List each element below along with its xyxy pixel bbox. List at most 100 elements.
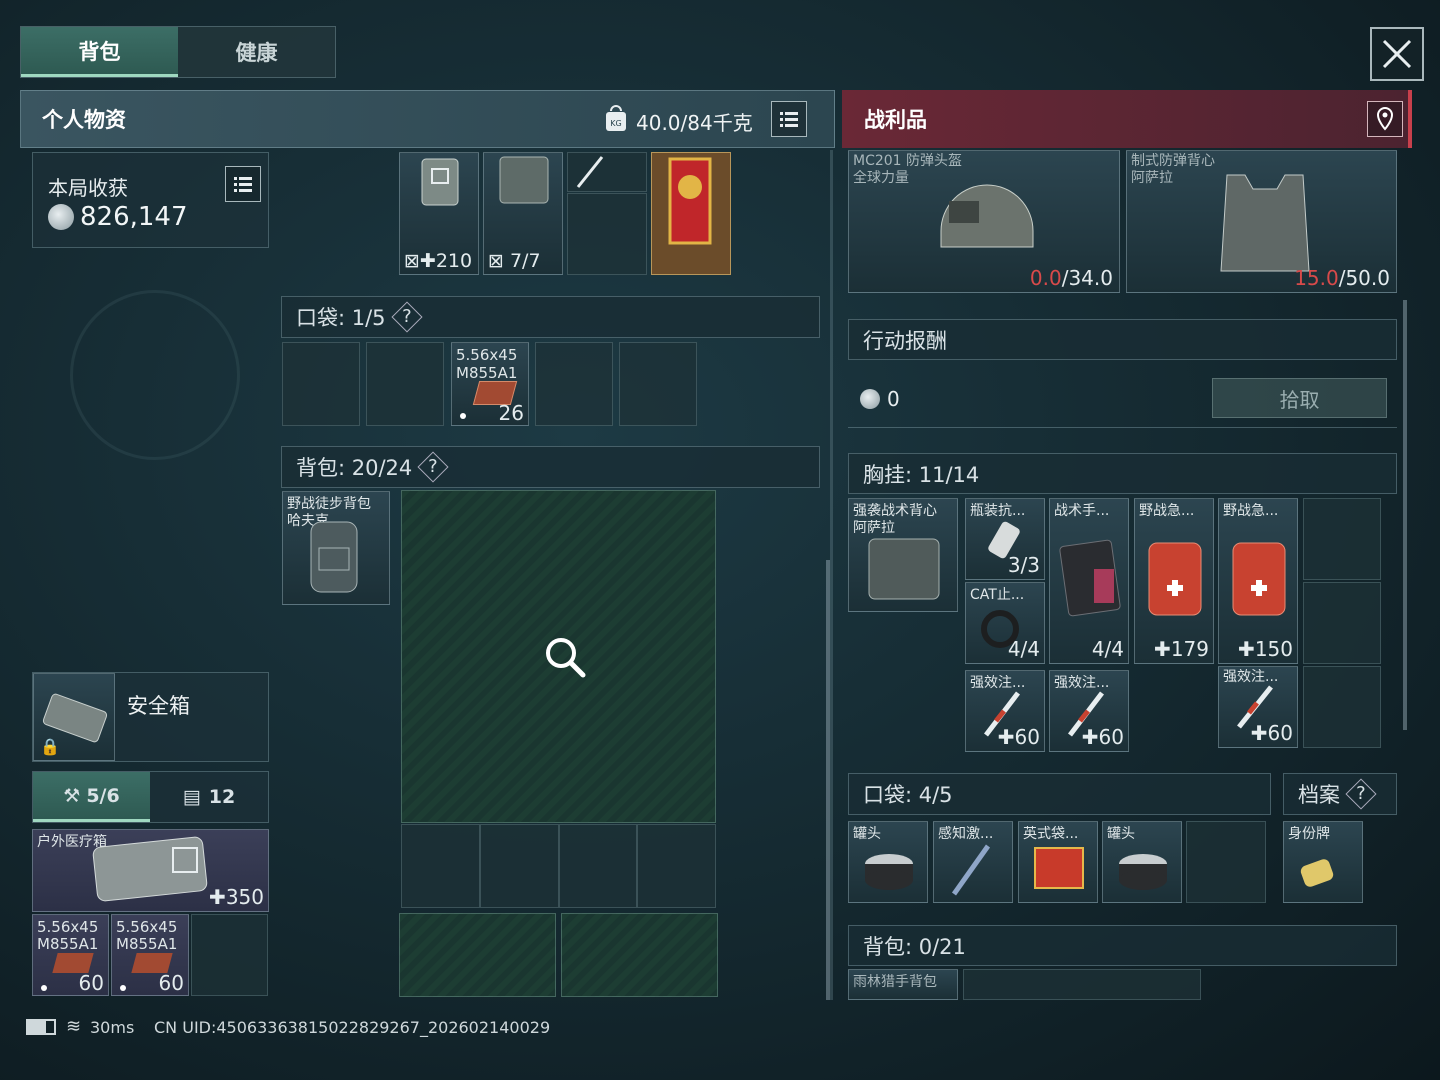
pocket-item-tea[interactable]: 英式袋... (1018, 821, 1098, 903)
chest-rig-label: 胸挂: 11/14 (863, 462, 980, 487)
unsearched-slot[interactable] (561, 913, 718, 997)
ammo-count: 26 (498, 401, 524, 425)
tab-backpack[interactable]: 背包 (21, 27, 178, 77)
coin-icon (860, 389, 880, 409)
pickup-button[interactable]: 拾取 (1212, 378, 1387, 418)
locate-button[interactable] (1367, 101, 1403, 137)
location-pin-icon (1376, 106, 1394, 131)
pocket-item-can-b[interactable]: 罐头 (1102, 821, 1182, 903)
top-item-injector[interactable] (567, 152, 647, 192)
battery-icon (26, 1019, 56, 1035)
safe-tab-medical[interactable]: ⚒ 5/6 (33, 772, 150, 822)
pocket-slot-4[interactable] (535, 342, 613, 426)
faction-emblem-watermark (70, 290, 240, 460)
ammo-count: 60 (158, 971, 184, 995)
left-pocket-label: 口袋: 1/5 (296, 306, 386, 330)
right-pocket-label: 口袋: 4/5 (863, 783, 953, 807)
empty-slot[interactable] (1303, 582, 1381, 664)
loot-backpack[interactable]: 雨林猎手背包 (848, 969, 958, 1000)
loot-helmet[interactable]: MC201 防弹头盔 全球力量 0.0/34.0 (848, 150, 1120, 293)
equipped-backpack[interactable]: 野战徒步背包 哈夫克 (282, 491, 390, 605)
chest-item-first-aid-a[interactable]: 野战急... ✚179 (1134, 498, 1214, 664)
ammo-type: M855A1 (116, 936, 178, 953)
right-backpack-section: 背包: 0/21 (848, 925, 1397, 966)
empty-slot[interactable] (1303, 498, 1381, 580)
close-button[interactable] (1370, 27, 1424, 81)
sensor-pen-icon (951, 844, 991, 896)
pocket-slot-1[interactable] (282, 342, 360, 426)
close-icon (1382, 39, 1412, 69)
chest-item-tourniquet[interactable]: CAT止... 4/4 (965, 582, 1045, 664)
reward-value: 0 (887, 387, 900, 411)
empty-slot[interactable] (963, 969, 1201, 1000)
chest-rig-section: 胸挂: 11/14 (848, 453, 1397, 494)
left-panel-divider (830, 150, 833, 1000)
list-icon (780, 112, 798, 127)
ammo-name: 5.56x45 (116, 919, 178, 936)
empty-slot[interactable] (479, 824, 559, 908)
empty-slot[interactable] (1303, 666, 1381, 748)
sort-menu-button[interactable] (771, 101, 807, 137)
safe-ammo-b[interactable]: 5.56x45 M855A1 60 (111, 914, 189, 996)
pocket-slot-2[interactable] (366, 342, 444, 426)
helmet-durability: 0.0/34.0 (1029, 266, 1113, 290)
toolbox-icon: ⚒ (63, 784, 81, 807)
empty-slot[interactable] (1186, 821, 1266, 903)
player-uid: CN UID:4506336381502282926​7_20260214002… (154, 1018, 551, 1037)
coin-icon (48, 204, 74, 230)
ammo-dot-icon (120, 985, 126, 991)
injector-icon (576, 156, 604, 188)
ammo-name: 5.56x45 (37, 919, 99, 936)
right-scrollbar[interactable] (1403, 300, 1407, 730)
earnings-menu-button[interactable] (225, 166, 261, 202)
empty-slot[interactable] (558, 824, 638, 908)
chest-item-injector-b[interactable]: 强效注... ✚60 (1049, 670, 1129, 752)
outdoor-medkit[interactable]: 户外医疗箱 ✚350 (32, 829, 269, 912)
safe-ammo-a[interactable]: 5.56x45 M855A1 60 (32, 914, 109, 996)
top-item-armor-plate-count: ⊠✚210 (404, 250, 473, 272)
chest-item-tactical-kit[interactable]: 战术手... 4/4 (1049, 498, 1129, 664)
dog-tag[interactable]: 身份牌 (1283, 821, 1363, 903)
empty-slot[interactable] (567, 193, 647, 275)
ammo-count: 60 (78, 971, 104, 995)
chest-item-first-aid-b[interactable]: 野战急... ✚150 (1218, 498, 1298, 664)
top-item-rig-count: ⊠ 7/7 (488, 250, 541, 272)
empty-slot[interactable] (191, 914, 268, 996)
item-count: 3/3 (1007, 553, 1040, 577)
medkit-value: ✚350 (209, 885, 264, 909)
repair-kit-icon: ⊠✚ (404, 250, 436, 272)
loot-vest[interactable]: 强袭战术背心 阿萨拉 (848, 498, 958, 612)
backpack-icon (310, 521, 358, 593)
item-count: ✚60 (1081, 725, 1124, 749)
empty-slot[interactable] (637, 824, 716, 908)
help-icon[interactable]: ? (417, 451, 449, 483)
loot-armor[interactable]: 制式防弹背心 阿萨拉 15.0/50.0 (1126, 150, 1397, 293)
pocket-item-can-a[interactable]: 罐头 (848, 821, 928, 903)
right-pocket-section: 口袋: 4/5 (848, 773, 1271, 815)
unsearched-slot[interactable] (399, 913, 556, 997)
top-item-red-envelope[interactable] (651, 152, 731, 275)
loot-header (842, 90, 1412, 148)
tab-health[interactable]: 健康 (178, 27, 335, 77)
safe-box-label: 安全箱 (127, 694, 190, 718)
ammo-dot-icon (460, 413, 466, 419)
item-count: ✚60 (1250, 721, 1293, 745)
chest-item-injector-a[interactable]: 强效注... ✚60 (965, 670, 1045, 752)
left-scrollbar[interactable] (826, 560, 830, 1000)
pocket-slot-5[interactable] (619, 342, 697, 426)
chest-item-pills[interactable]: 瓶装抗... 3/3 (965, 498, 1045, 580)
search-icon[interactable] (542, 634, 588, 680)
chest-item-injector-c[interactable]: 强效注... ✚60 (1218, 666, 1298, 748)
pocket-item-sensor[interactable]: 感知激... (933, 821, 1013, 903)
help-icon[interactable]: ? (391, 301, 423, 333)
ammo-box-icon (52, 953, 94, 973)
empty-slot[interactable] (401, 824, 480, 908)
pocket-ammo-item[interactable]: 5.56x45 M855A1 26 (451, 342, 529, 426)
safe-tab-medical-count: 5/6 (86, 784, 120, 807)
safe-box-slot[interactable]: 🔒 (33, 673, 115, 761)
item-count: ✚60 (997, 725, 1040, 749)
reward-label: 行动报酬 (863, 328, 947, 353)
safe-tab-ammo[interactable]: ▤ 12 (150, 772, 268, 822)
help-icon[interactable]: ? (1345, 778, 1377, 810)
magazine-icon: ▤ (182, 786, 201, 808)
